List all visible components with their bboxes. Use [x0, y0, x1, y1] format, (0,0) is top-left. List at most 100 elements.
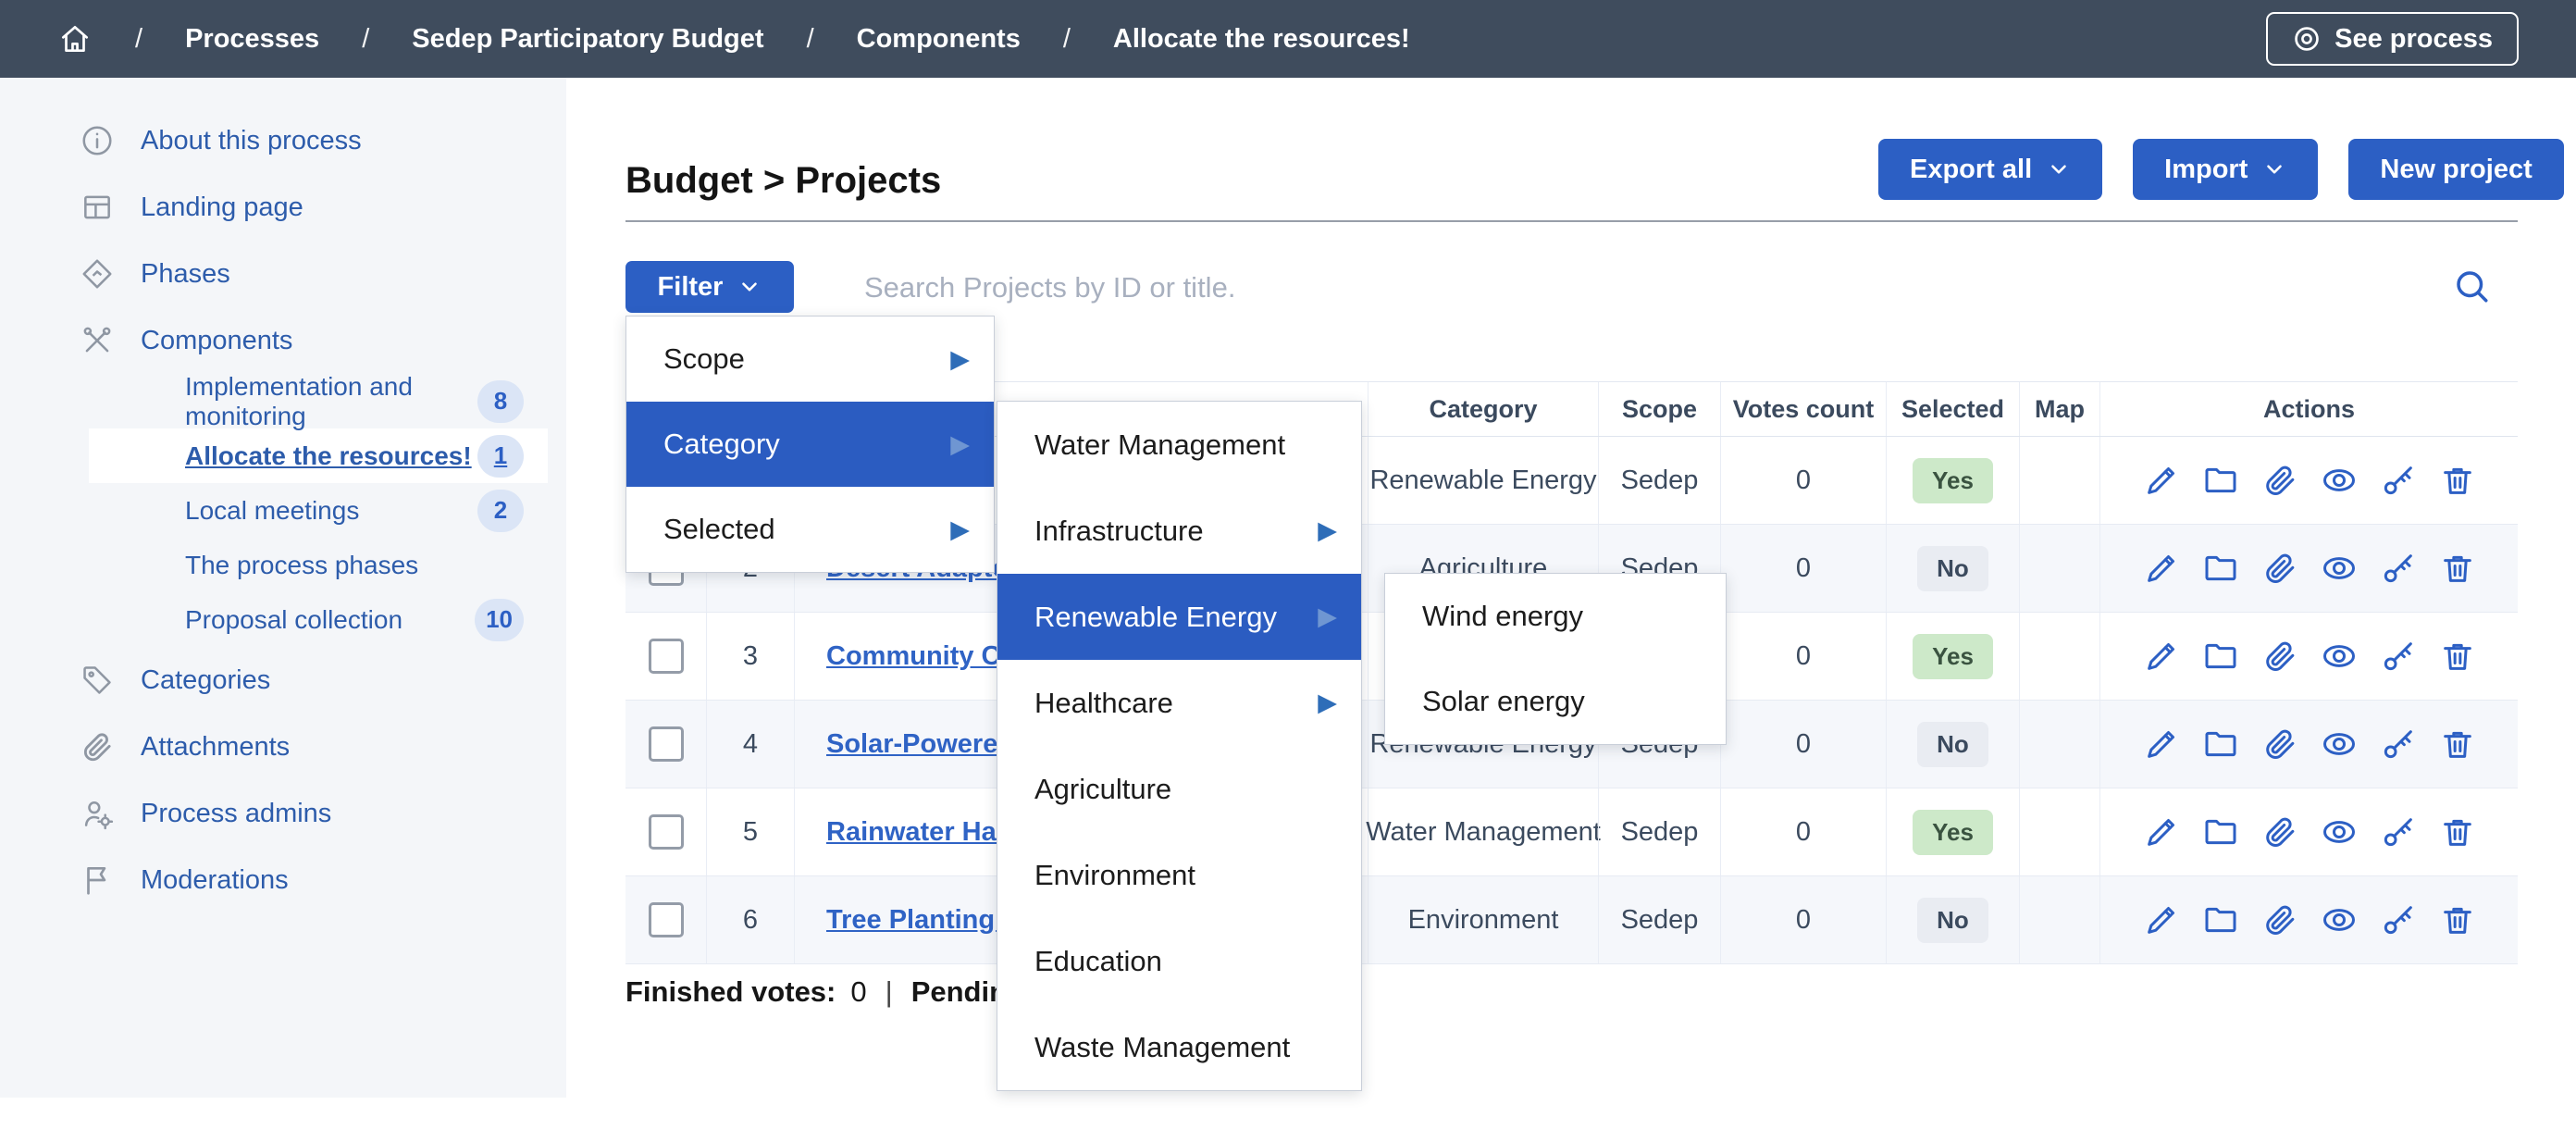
- home-icon[interactable]: [57, 21, 93, 56]
- export-all-button[interactable]: Export all: [1878, 139, 2102, 200]
- header-map: Map: [2019, 382, 2099, 436]
- preview-button[interactable]: [2320, 900, 2359, 939]
- sidebar-item-process-admins[interactable]: Process admins: [0, 780, 566, 847]
- delete-project-button[interactable]: [2438, 461, 2477, 500]
- votes-summary: Finished votes: 0 | Pending v: [625, 975, 1048, 1009]
- sidebar-item-phases[interactable]: Phases: [0, 241, 566, 307]
- attachments-button[interactable]: [2260, 725, 2299, 763]
- menu-item-label: Water Management: [1034, 428, 1285, 462]
- sidebar-item-implementation-and-monitoring[interactable]: Implementation and monitoring 8: [89, 374, 548, 428]
- breadcrumb-components[interactable]: Components: [857, 24, 1021, 55]
- sidebar-item-landing-page[interactable]: Landing page: [0, 174, 566, 241]
- sidebar-item-the-process-phases[interactable]: The process phases: [89, 538, 548, 592]
- menu-item-label: Education: [1034, 945, 1162, 978]
- edit-project-button[interactable]: [2142, 549, 2181, 588]
- filter-button[interactable]: Filter: [625, 261, 794, 313]
- preview-button[interactable]: [2320, 725, 2359, 763]
- header-actions: Actions: [2099, 382, 2518, 436]
- scope-cell: Sedep: [1598, 788, 1720, 875]
- sidebar-item-categories[interactable]: Categories: [0, 647, 566, 714]
- breadcrumb-processes[interactable]: Processes: [185, 24, 319, 55]
- sidebar-item-proposal-collection[interactable]: Proposal collection 10: [89, 592, 548, 647]
- category-item-water-management[interactable]: Water Management: [997, 402, 1361, 488]
- sidebar-item-attachments[interactable]: Attachments: [0, 714, 566, 780]
- preview-button[interactable]: [2320, 813, 2359, 851]
- count-badge: 10: [475, 599, 524, 641]
- sidebar-item-local-meetings[interactable]: Local meetings 2: [89, 483, 548, 538]
- project-folder-button[interactable]: [2201, 900, 2240, 939]
- row-checkbox[interactable]: [649, 726, 684, 762]
- permissions-button[interactable]: [2379, 637, 2418, 676]
- sidebar-item-components[interactable]: Components: [0, 307, 566, 374]
- project-folder-button[interactable]: [2201, 549, 2240, 588]
- project-folder-button[interactable]: [2201, 813, 2240, 851]
- delete-project-button[interactable]: [2438, 549, 2477, 588]
- category-item-healthcare[interactable]: Healthcare ▶: [997, 660, 1361, 746]
- delete-project-button[interactable]: [2438, 637, 2477, 676]
- search-icon[interactable]: [2452, 267, 2491, 305]
- category-item-wind-energy[interactable]: Wind energy: [1385, 574, 1726, 659]
- new-project-button[interactable]: New project: [2348, 139, 2563, 200]
- paperclip-icon: [80, 729, 115, 764]
- filter-menu-item-category[interactable]: Category ▶: [626, 402, 994, 487]
- votes-count-cell: 0: [1720, 525, 1886, 612]
- sidebar-item-about[interactable]: About this process: [0, 107, 566, 174]
- selected-badge: No: [1917, 546, 1988, 591]
- filter-menu-item-scope[interactable]: Scope ▶: [626, 317, 994, 402]
- attachments-button[interactable]: [2260, 461, 2299, 500]
- sidebar-subitem-label: Proposal collection: [185, 605, 402, 635]
- category-item-waste-management[interactable]: Waste Management: [997, 1004, 1361, 1090]
- breadcrumb-current-component[interactable]: Allocate the resources!: [1113, 24, 1410, 55]
- preview-button[interactable]: [2320, 461, 2359, 500]
- see-process-button[interactable]: See process: [2266, 12, 2519, 66]
- edit-project-button[interactable]: [2142, 637, 2181, 676]
- permissions-button[interactable]: [2379, 900, 2418, 939]
- header-votes-count: Votes count: [1720, 382, 1886, 436]
- permissions-button[interactable]: [2379, 549, 2418, 588]
- attachments-button[interactable]: [2260, 813, 2299, 851]
- category-item-education[interactable]: Education: [997, 918, 1361, 1004]
- project-folder-button[interactable]: [2201, 461, 2240, 500]
- search-input[interactable]: [862, 261, 2384, 315]
- permissions-button[interactable]: [2379, 461, 2418, 500]
- edit-project-button[interactable]: [2142, 461, 2181, 500]
- edit-project-button[interactable]: [2142, 813, 2181, 851]
- votes-count-cell: 0: [1720, 788, 1886, 875]
- row-checkbox[interactable]: [649, 814, 684, 850]
- menu-item-label: Scope: [663, 342, 745, 376]
- delete-project-button[interactable]: [2438, 725, 2477, 763]
- attachments-button[interactable]: [2260, 637, 2299, 676]
- sidebar-item-allocate-the-resources[interactable]: Allocate the resources! 1: [89, 428, 548, 483]
- header-selected: Selected: [1886, 382, 2019, 436]
- filter-menu-item-selected[interactable]: Selected ▶: [626, 487, 994, 572]
- preview-button[interactable]: [2320, 549, 2359, 588]
- row-checkbox[interactable]: [649, 639, 684, 674]
- attachments-button[interactable]: [2260, 549, 2299, 588]
- edit-project-button[interactable]: [2142, 725, 2181, 763]
- edit-project-button[interactable]: [2142, 900, 2181, 939]
- phases-icon: [80, 256, 115, 292]
- breadcrumb-process-name[interactable]: Sedep Participatory Budget: [412, 24, 763, 55]
- project-folder-button[interactable]: [2201, 637, 2240, 676]
- category-cell: Environment: [1368, 876, 1598, 963]
- delete-project-button[interactable]: [2438, 900, 2477, 939]
- actions-cell: [2099, 701, 2518, 788]
- sidebar-item-moderations[interactable]: Moderations: [0, 847, 566, 913]
- attachments-button[interactable]: [2260, 900, 2299, 939]
- permissions-button[interactable]: [2379, 813, 2418, 851]
- chevron-down-icon: [2047, 157, 2071, 181]
- category-item-renewable-energy[interactable]: Renewable Energy ▶: [997, 574, 1361, 660]
- permissions-button[interactable]: [2379, 725, 2418, 763]
- preview-button[interactable]: [2320, 637, 2359, 676]
- row-checkbox[interactable]: [649, 902, 684, 937]
- category-item-infrastructure[interactable]: Infrastructure ▶: [997, 488, 1361, 574]
- delete-project-button[interactable]: [2438, 813, 2477, 851]
- map-cell: [2019, 876, 2099, 963]
- import-button[interactable]: Import: [2133, 139, 2318, 200]
- menu-item-label: Category: [663, 428, 780, 461]
- category-item-agriculture[interactable]: Agriculture: [997, 746, 1361, 832]
- category-item-environment[interactable]: Environment: [997, 832, 1361, 918]
- topbar: / Processes / Sedep Participatory Budget…: [0, 0, 2576, 78]
- project-folder-button[interactable]: [2201, 725, 2240, 763]
- category-item-solar-energy[interactable]: Solar energy: [1385, 659, 1726, 744]
